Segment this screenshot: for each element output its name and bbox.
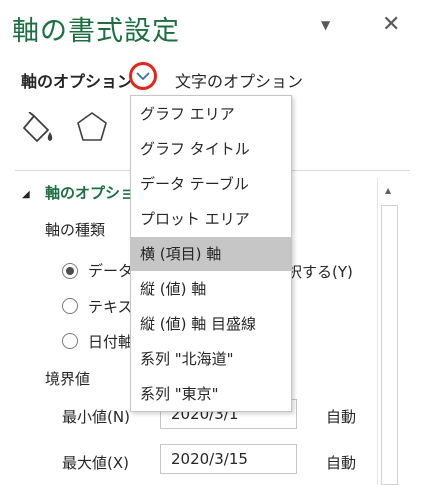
- chart-element-dropdown-menu: グラフ エリア グラフ タイトル データ テーブル プロット エリア 横 (項目…: [130, 95, 292, 412]
- max-value-field[interactable]: 2020/3/15: [160, 444, 297, 474]
- menu-item-chart-title[interactable]: グラフ タイトル: [131, 132, 291, 166]
- pane-title: 軸の書式設定: [12, 16, 180, 47]
- close-icon[interactable]: ✕: [382, 12, 400, 37]
- radio-date-label: 日付軸: [88, 333, 134, 351]
- tab-axis-options[interactable]: 軸のオプション: [21, 68, 133, 92]
- effects-pentagon-icon[interactable]: [75, 110, 109, 148]
- scroll-up-icon[interactable]: ▲: [385, 186, 391, 195]
- radio-data-axis[interactable]: [62, 263, 78, 279]
- collapse-triangle-icon[interactable]: ◢: [22, 189, 30, 200]
- chevron-down-icon: [136, 72, 150, 81]
- options-dropdown-button[interactable]: [129, 62, 157, 90]
- radio-text-axis[interactable]: [62, 298, 78, 314]
- radio-data-label-tail: 択する(Y): [287, 263, 353, 281]
- menu-item-plot-area[interactable]: プロット エリア: [131, 202, 291, 236]
- max-label: 最大値(X): [62, 454, 129, 472]
- menu-item-series-hokkaido[interactable]: 系列 "北海道": [131, 342, 291, 376]
- menu-item-horizontal-axis[interactable]: 横 (項目) 軸: [131, 237, 291, 271]
- menu-item-vertical-axis-gridlines[interactable]: 縦 (値) 軸 目盛線: [131, 307, 291, 341]
- radio-date-axis[interactable]: [62, 333, 78, 349]
- max-auto-button[interactable]: 自動: [326, 452, 356, 473]
- tab-text-options[interactable]: 文字のオプション: [175, 68, 303, 92]
- menu-item-data-table[interactable]: データ テーブル: [131, 167, 291, 201]
- radio-data-label: データ: [88, 262, 134, 280]
- scrollbar-thumb[interactable]: [381, 205, 398, 485]
- task-pane-options-icon[interactable]: ▼: [321, 18, 330, 32]
- menu-item-series-tokyo[interactable]: 系列 "東京": [131, 377, 291, 411]
- menu-item-chart-area[interactable]: グラフ エリア: [131, 97, 291, 131]
- bounds-label: 境界値: [45, 370, 91, 388]
- min-label: 最小値(N): [62, 408, 130, 426]
- menu-item-vertical-axis[interactable]: 縦 (値) 軸: [131, 272, 291, 306]
- fill-line-icon[interactable]: [20, 111, 56, 150]
- radio-text-label: テキス: [88, 298, 133, 316]
- min-auto-button[interactable]: 自動: [326, 406, 356, 427]
- axis-type-label: 軸の種類: [45, 221, 106, 239]
